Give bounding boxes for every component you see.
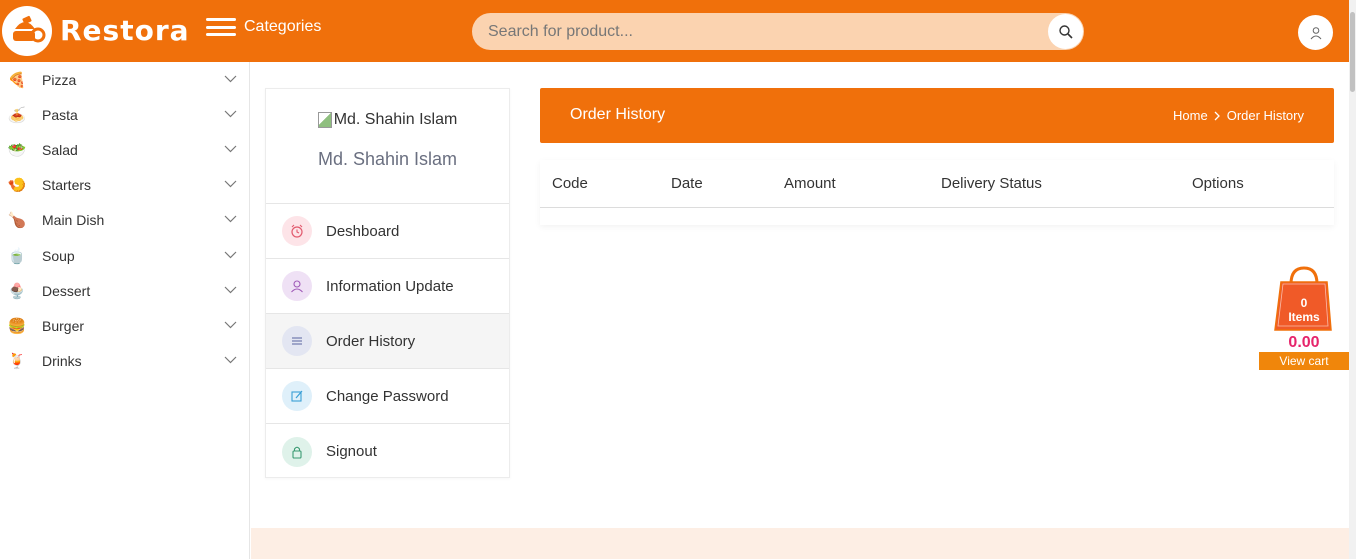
cart-count: 0 Items [1259, 296, 1349, 324]
sidebar-item-label: Dessert [42, 282, 91, 299]
categories-button[interactable]: Categories [206, 18, 321, 36]
logo-mark-icon [2, 6, 52, 56]
chevron-down-icon[interactable] [224, 356, 237, 364]
cart-amount: 0.00 [1288, 334, 1320, 351]
search-icon [1058, 24, 1073, 39]
chevron-down-icon[interactable] [224, 251, 237, 259]
sidebar-item-label: Starters [42, 177, 92, 194]
profile-menu-information-update[interactable]: Information Update [266, 259, 509, 314]
page-header: Order History Home Order History [540, 88, 1334, 143]
page-title: Order History [570, 106, 666, 123]
profile-menu-label: Information Update [326, 277, 454, 295]
soup-icon: 🍵 [7, 247, 27, 265]
chevron-down-icon[interactable] [224, 215, 237, 223]
profile-menu-deshboard[interactable]: Deshboard [266, 204, 509, 259]
chevron-right-icon [1214, 111, 1220, 120]
main-dish-icon: 🍗 [7, 212, 27, 230]
sidebar-item-drinks[interactable]: 🍹 Drinks [0, 344, 249, 379]
search-input[interactable] [488, 13, 1048, 50]
user-icon [282, 271, 312, 301]
starters-icon: 🍤 [7, 177, 27, 195]
sidebar-item-starters[interactable]: 🍤 Starters [0, 168, 249, 203]
salad-icon: 🥗 [7, 141, 27, 159]
page-scrollbar[interactable] [1349, 0, 1356, 559]
floating-cart[interactable]: 0 Items 0.00 View cart [1259, 264, 1349, 372]
sidebar-item-label: Pasta [42, 106, 78, 123]
pasta-icon: 🍝 [7, 106, 27, 124]
chevron-down-icon[interactable] [224, 75, 237, 83]
column-header-code: Code [552, 175, 588, 192]
categories-label: Categories [244, 18, 322, 35]
profile-menu-change-password[interactable]: Change Password [266, 369, 509, 424]
sidebar-item-label: Salad [42, 141, 78, 158]
sidebar-item-main-dish[interactable]: 🍗 Main Dish [0, 203, 249, 238]
sidebar-item-label: Soup [42, 247, 75, 264]
sidebar-item-label: Burger [42, 317, 85, 334]
burger-icon: 🍔 [7, 317, 27, 335]
sidebar-item-soup[interactable]: 🍵 Soup [0, 238, 249, 273]
breadcrumb-current: Order History [1226, 108, 1304, 123]
cart-items-label: Items [1288, 310, 1320, 324]
profile-header: Md. Shahin Islam Md. Shahin Islam [266, 89, 509, 204]
sidebar-item-burger[interactable]: 🍔 Burger [0, 308, 249, 343]
drinks-icon: 🍹 [7, 353, 27, 371]
profile-menu-order-history[interactable]: Order History [266, 314, 509, 369]
sidebar-item-salad[interactable]: 🥗 Salad [0, 132, 249, 167]
top-bar: Restora Categories [0, 0, 1349, 62]
account-button[interactable] [1298, 15, 1333, 50]
breadcrumb-home[interactable]: Home [1173, 108, 1208, 123]
profile-menu-label: Signout [326, 443, 377, 460]
order-table: Code Date Amount Delivery Status Options [540, 160, 1334, 225]
cart-item-count: 0 [1300, 296, 1308, 310]
chevron-down-icon[interactable] [224, 321, 237, 329]
column-header-options: Options [1192, 175, 1244, 192]
profile-menu-label: Change Password [326, 387, 449, 405]
avatar-alt-text: Md. Shahin Islam [333, 111, 458, 128]
profile-card: Md. Shahin Islam Md. Shahin Islam Deshbo… [265, 88, 510, 478]
avatar: Md. Shahin Islam [317, 111, 458, 129]
search-bar [472, 13, 1084, 50]
breadcrumb: Home Order History [1173, 108, 1304, 123]
sidebar-item-pizza[interactable]: 🍕 Pizza [0, 62, 249, 97]
chevron-down-icon[interactable] [224, 110, 237, 118]
sidebar-item-label: Pizza [42, 71, 77, 88]
view-cart-button[interactable]: View cart [1259, 352, 1349, 370]
profile-menu-label: Order History [326, 332, 416, 350]
profile-menu-signout[interactable]: Signout [266, 424, 509, 479]
sidebar-item-dessert[interactable]: 🍨 Dessert [0, 273, 249, 308]
sidebar-item-pasta[interactable]: 🍝 Pasta [0, 97, 249, 132]
lock-icon [282, 436, 312, 467]
chevron-down-icon[interactable] [224, 286, 237, 294]
logo[interactable]: Restora [0, 0, 196, 62]
column-header-delivery-status: Delivery Status [941, 175, 1042, 192]
search-button[interactable] [1048, 14, 1083, 49]
profile-menu-label: Deshboard [326, 222, 400, 240]
footer-band [251, 528, 1349, 559]
hamburger-icon [206, 18, 236, 36]
broken-image-icon [317, 112, 332, 128]
sidebar-item-label: Main Dish [42, 212, 105, 229]
dessert-icon: 🍨 [7, 282, 27, 300]
table-divider [540, 207, 1334, 208]
alarm-clock-icon [282, 216, 312, 246]
profile-name: Md. Shahin Islam [317, 149, 458, 169]
chevron-down-icon[interactable] [224, 145, 237, 153]
user-icon [1310, 26, 1321, 39]
column-header-amount: Amount [784, 175, 836, 192]
brand-name: Restora [60, 14, 190, 47]
column-header-date: Date [671, 175, 703, 192]
chevron-down-icon[interactable] [224, 180, 237, 188]
edit-icon [282, 381, 312, 411]
list-icon [282, 326, 312, 356]
pizza-icon: 🍕 [7, 71, 27, 89]
category-sidebar: 🍕 Pizza 🍝 Pasta 🥗 Salad 🍤 Starters 🍗 Main Dish 🍵 So… [0, 62, 250, 559]
sidebar-item-label: Drinks [42, 353, 82, 370]
